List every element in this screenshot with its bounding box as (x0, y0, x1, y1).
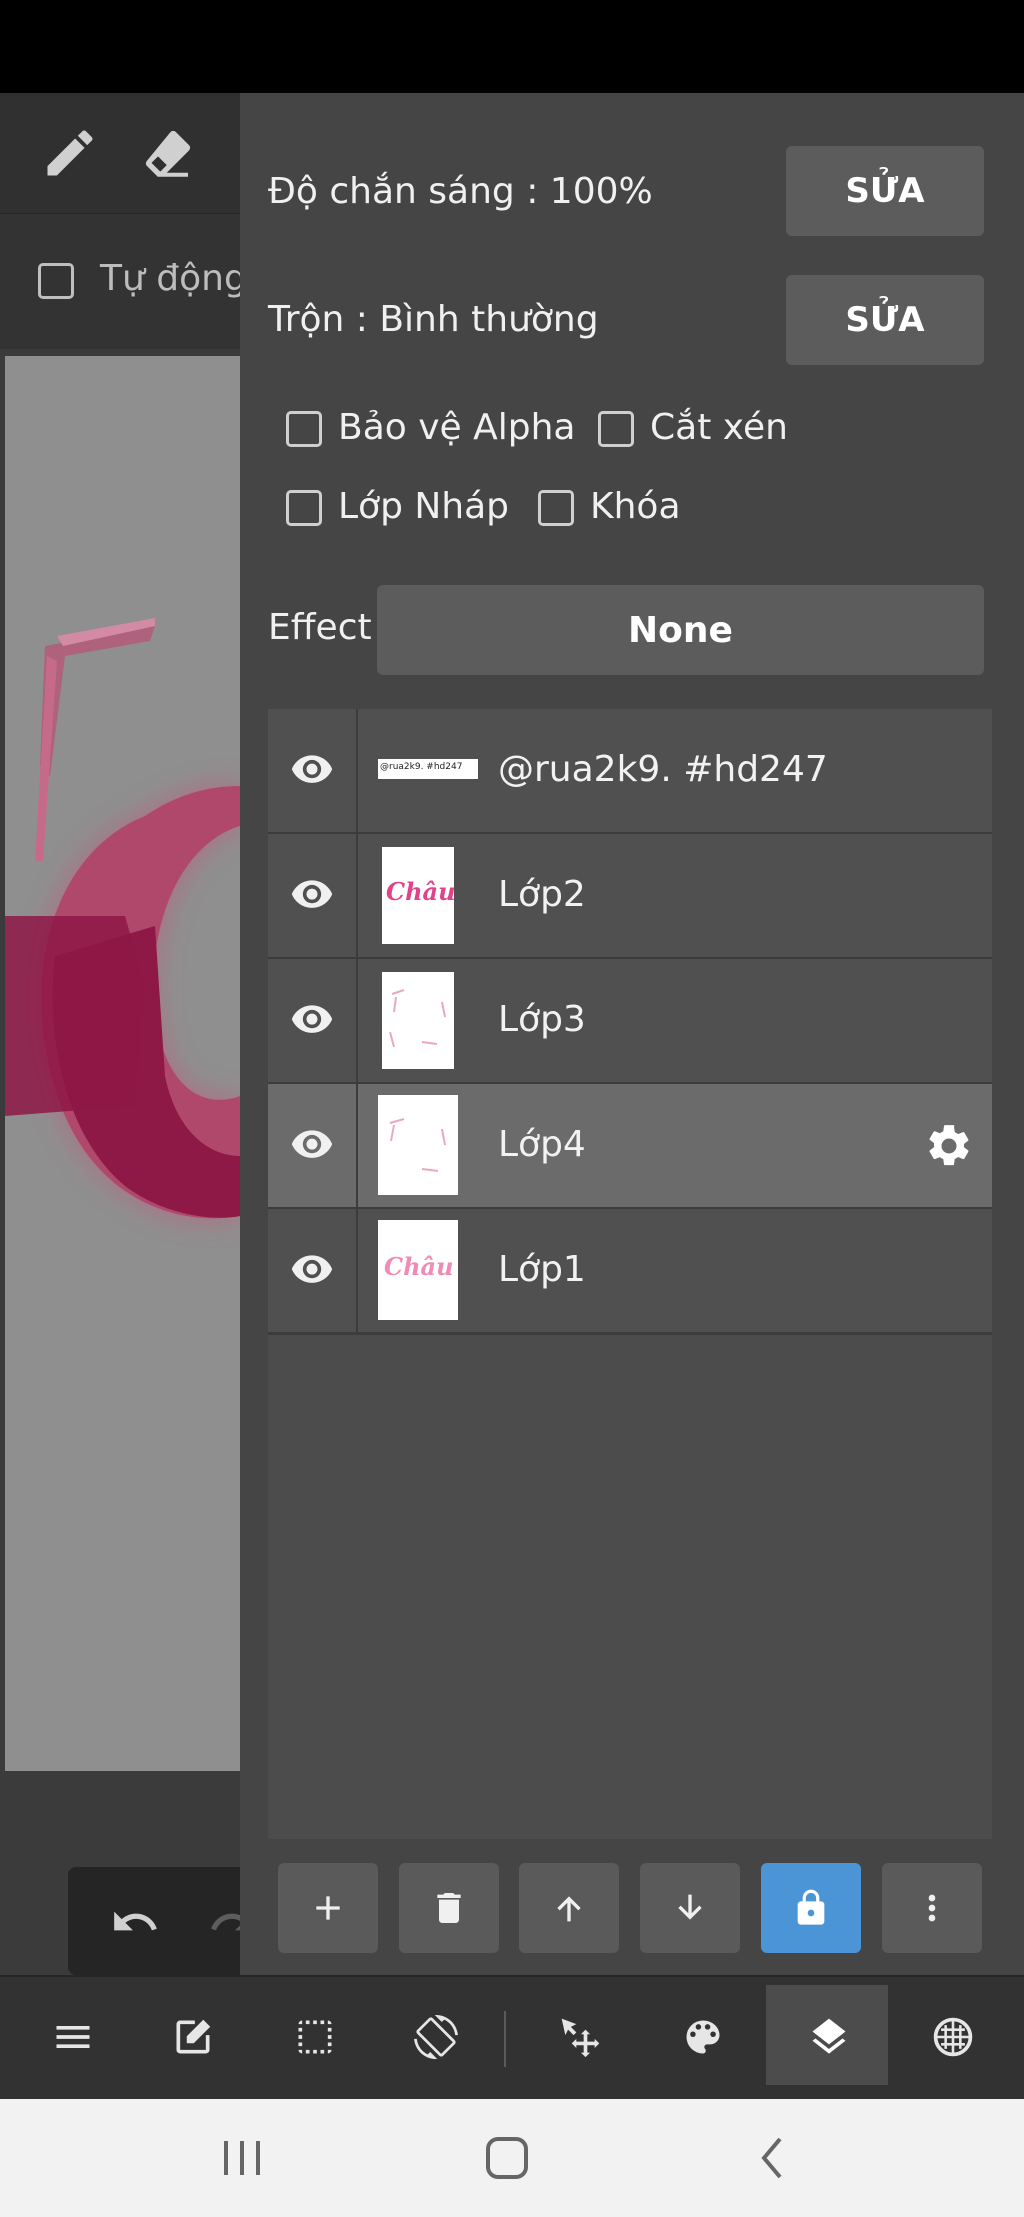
visibility-toggle[interactable] (268, 834, 358, 957)
layer-name: @rua2k9. #hd247 (498, 749, 828, 790)
eye-icon (291, 755, 333, 783)
layer-row[interactable]: @rua2k9. #hd247 @rua2k9. #hd247 (268, 709, 992, 835)
move-icon (561, 2018, 600, 2058)
eye-icon (291, 1130, 333, 1158)
eraser-icon[interactable] (138, 123, 198, 183)
layer-name: Lớp4 (498, 1124, 586, 1165)
undo-icon[interactable] (110, 1897, 160, 1947)
draft-layer-label: Lớp Nháp (338, 486, 510, 527)
protect-alpha-label: Bảo vệ Alpha (338, 407, 576, 448)
lock-checkbox[interactable] (538, 490, 574, 526)
more-options-button[interactable] (882, 1863, 982, 1953)
lock-option[interactable]: Khóa (538, 486, 681, 527)
home-icon[interactable] (478, 2133, 538, 2183)
bottom-app-bar (0, 1975, 1024, 2101)
back-icon[interactable] (744, 2133, 804, 2183)
visibility-toggle[interactable] (268, 959, 358, 1082)
thumbnail-art (389, 989, 446, 1048)
auto-checkbox[interactable] (38, 263, 74, 299)
lock-label: Khóa (590, 486, 681, 527)
lock-layer-button[interactable] (761, 1863, 861, 1953)
clipping-option[interactable]: Cắt xén (598, 407, 788, 448)
visibility-toggle[interactable] (268, 1084, 358, 1207)
layer-thumbnail: Châu (382, 847, 454, 944)
lock-icon (797, 1889, 825, 1925)
auto-option-row: Tự động (0, 214, 247, 349)
delete-layer-button[interactable] (399, 1863, 499, 1953)
eye-icon (291, 1255, 333, 1283)
opacity-label: Độ chắn sáng : 100% (268, 171, 653, 212)
layer-thumbnail (382, 972, 454, 1069)
grid-icon (933, 2017, 973, 2057)
visibility-toggle[interactable] (268, 1209, 358, 1332)
visibility-toggle[interactable] (268, 709, 358, 832)
system-nav-bar (0, 2099, 1024, 2217)
selection-button[interactable] (252, 1985, 374, 2085)
edit-button[interactable] (130, 1985, 252, 2085)
layer-list: @rua2k9. #hd247 @rua2k9. #hd247 Châu Lớp… (268, 709, 992, 1839)
arrow-down-icon (678, 1894, 702, 1920)
layer-row-selected[interactable]: Lớp4 (268, 1084, 992, 1210)
rotate-screen-button[interactable] (373, 1985, 495, 2085)
thumbnail-art (389, 1118, 446, 1172)
add-layer-button[interactable] (278, 1863, 378, 1953)
layers-button[interactable] (766, 1985, 888, 2085)
layer-name: Lớp3 (498, 999, 586, 1040)
layer-row[interactable]: Châu Lớp1 (268, 1209, 992, 1335)
palette-button[interactable] (640, 1985, 762, 2085)
layer-thumbnail: @rua2k9. #hd247 (378, 759, 478, 779)
arrow-up-icon (557, 1896, 581, 1922)
recents-icon[interactable] (212, 2133, 272, 2183)
edit-blend-button[interactable]: SỬA (786, 275, 984, 365)
undo-redo-pill (68, 1867, 254, 1975)
effect-label: Effect (268, 607, 372, 648)
grid-button[interactable] (890, 1985, 1012, 2085)
more-vert-icon (928, 1894, 936, 1922)
toolbar-divider (504, 2011, 506, 2067)
move-tool-button[interactable] (517, 1985, 639, 2085)
draft-layer-checkbox[interactable] (286, 490, 322, 526)
eye-icon (291, 1005, 333, 1033)
plus-icon (316, 1896, 340, 1920)
app-screen: Tự động Độ chắn sáng : 100% SỬA Trộn : B… (0, 93, 1024, 2101)
canvas-artwork (5, 618, 240, 1219)
gear-icon[interactable] (924, 1121, 974, 1175)
blend-mode-label: Trộn : Bình thường (268, 299, 599, 340)
layer-actions-toolbar (240, 1863, 1024, 1963)
layer-panel: Độ chắn sáng : 100% SỬA Trộn : Bình thườ… (240, 93, 1024, 1975)
protect-alpha-checkbox[interactable] (286, 411, 322, 447)
edit-icon (176, 2019, 211, 2054)
move-layer-up-button[interactable] (519, 1863, 619, 1953)
layer-thumbnail: Châu (378, 1220, 458, 1320)
layer-name: Lớp1 (498, 1249, 586, 1290)
effect-select-button[interactable]: None (377, 585, 984, 675)
move-layer-down-button[interactable] (640, 1863, 740, 1953)
draft-layer-option[interactable]: Lớp Nháp (286, 486, 509, 527)
layer-name: Lớp2 (498, 874, 586, 915)
auto-label: Tự động (100, 258, 247, 299)
menu-button[interactable] (10, 1985, 132, 2085)
drawing-canvas[interactable] (5, 356, 240, 1771)
clipping-checkbox[interactable] (598, 411, 634, 447)
layer-row[interactable]: Lớp3 (268, 959, 992, 1085)
palette-icon (686, 2020, 720, 2054)
protect-alpha-option[interactable]: Bảo vệ Alpha (286, 407, 575, 448)
layer-thumbnail (378, 1095, 458, 1195)
rotate-screen-icon (414, 2015, 458, 2059)
menu-icon (56, 2026, 90, 2048)
pencil-icon[interactable] (40, 123, 100, 183)
status-bar (0, 0, 1024, 93)
clipping-label: Cắt xén (650, 407, 788, 448)
layer-row[interactable]: Châu Lớp2 (268, 834, 992, 960)
selection-icon (298, 2020, 332, 2054)
layers-icon (812, 2018, 846, 2054)
top-toolbar (0, 93, 240, 214)
trash-icon (437, 1893, 461, 1923)
eye-icon (291, 880, 333, 908)
edit-opacity-button[interactable]: SỬA (786, 146, 984, 236)
